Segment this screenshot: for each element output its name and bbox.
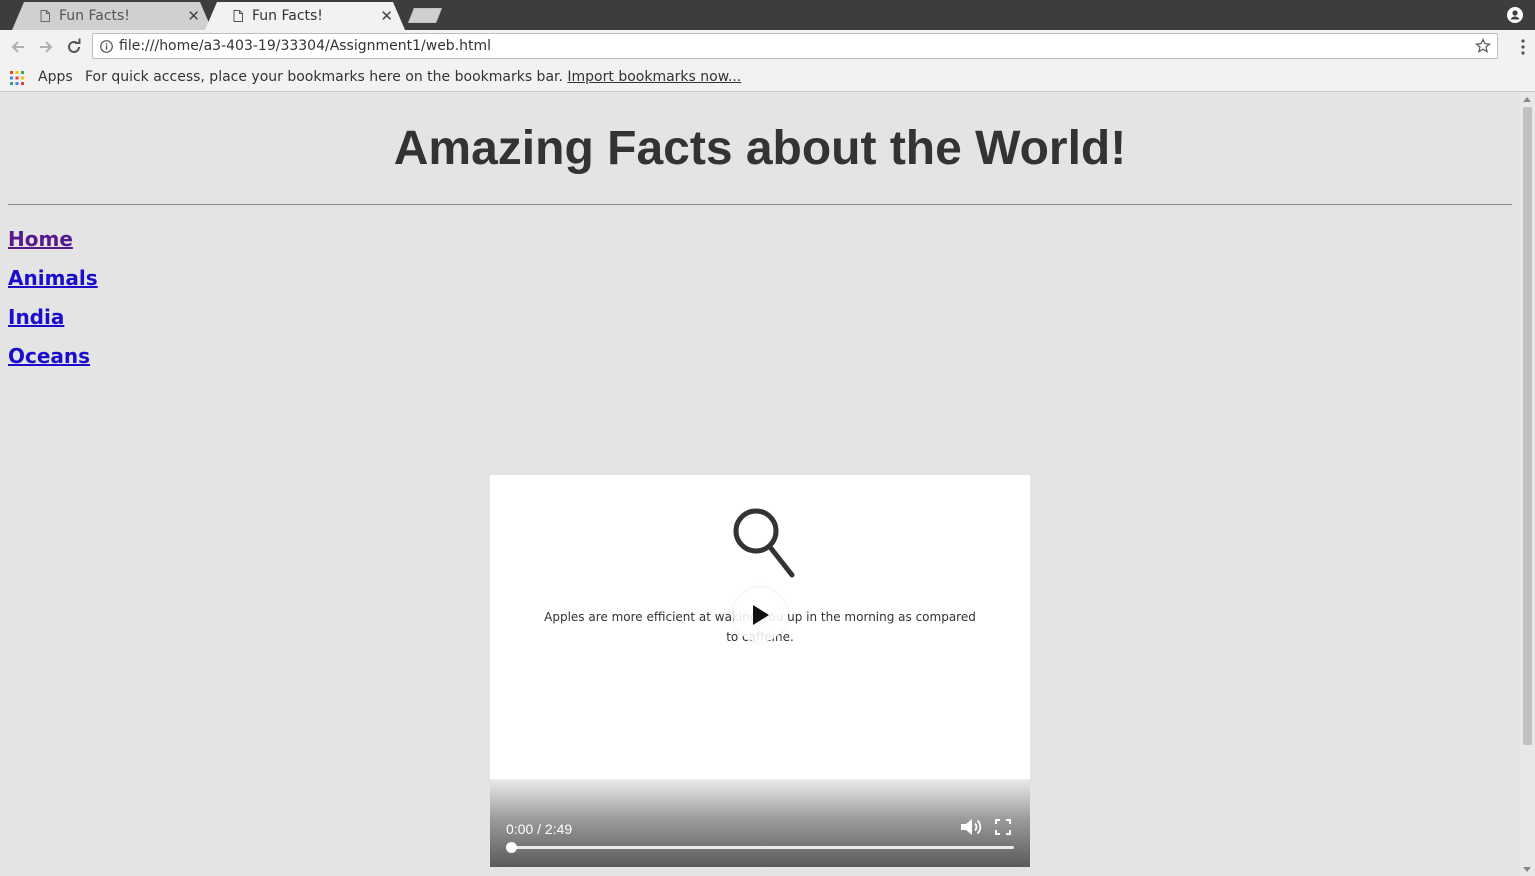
page-title: Amazing Facts about the World! <box>393 122 1127 175</box>
kebab-menu-icon[interactable] <box>1521 39 1525 55</box>
fullscreen-icon[interactable] <box>995 819 1011 835</box>
apps-shortcut[interactable]: Apps <box>38 69 73 85</box>
tab-fun-facts-2[interactable]: Fun Facts! ✕ <box>205 2 405 30</box>
magnifier-icon <box>733 508 795 578</box>
url-text[interactable]: file:///home/a3-403-19/33304/Assignment1… <box>119 38 491 54</box>
new-tab-button[interactable] <box>408 8 442 23</box>
tab-fun-facts-1[interactable]: Fun Facts! ✕ <box>12 2 212 30</box>
arrow-right-icon[interactable] <box>37 38 55 56</box>
nav-links: Home Animals India Oceans <box>8 227 98 383</box>
bookmarks-message: For quick access, place your bookmarks h… <box>85 69 741 85</box>
nav-link-animals[interactable]: Animals <box>8 266 98 305</box>
page-content: Amazing Facts about the World! Home Anim… <box>0 93 1520 876</box>
reload-icon[interactable] <box>65 38 83 56</box>
nav-link-india[interactable]: India <box>8 305 98 344</box>
scroll-up-arrow[interactable] <box>1523 97 1531 102</box>
close-icon[interactable]: ✕ <box>187 8 200 24</box>
play-icon <box>753 605 769 625</box>
video-controls: 0:00 / 2:49 <box>490 779 1030 867</box>
page-icon <box>40 10 50 22</box>
divider <box>8 204 1512 205</box>
video-progress-bar[interactable] <box>506 846 1014 849</box>
bookmarks-hint: For quick access, place your bookmarks h… <box>85 69 563 85</box>
bookmarks-bar: Apps For quick access, place your bookma… <box>0 64 1535 92</box>
page-icon <box>233 10 243 22</box>
volume-icon[interactable] <box>960 817 982 837</box>
scroll-down-arrow[interactable] <box>1523 867 1531 872</box>
page-scrollbar[interactable] <box>1520 93 1535 876</box>
nav-link-oceans[interactable]: Oceans <box>8 344 98 383</box>
info-icon[interactable] <box>100 40 113 53</box>
apps-grid-icon[interactable] <box>10 71 24 85</box>
nav-link-home[interactable]: Home <box>8 227 98 266</box>
video-time: 0:00 / 2:49 <box>506 821 573 837</box>
toolbar: file:///home/a3-403-19/33304/Assignment1… <box>0 30 1535 64</box>
profile-icon[interactable] <box>1507 7 1523 23</box>
arrow-left-icon[interactable] <box>9 38 27 56</box>
import-bookmarks-link[interactable]: Import bookmarks now... <box>567 69 741 85</box>
close-icon[interactable]: ✕ <box>380 8 393 24</box>
video-player[interactable]: Apples are more efficient at waking you … <box>490 475 1030 867</box>
tab-strip: Fun Facts! ✕ Fun Facts! ✕ <box>0 0 1535 30</box>
scrollbar-thumb[interactable] <box>1523 107 1532 745</box>
tab-title: Fun Facts! <box>59 8 130 24</box>
play-button[interactable] <box>733 588 787 642</box>
star-icon[interactable] <box>1475 38 1491 54</box>
video-progress-knob[interactable] <box>506 842 517 853</box>
address-bar[interactable]: file:///home/a3-403-19/33304/Assignment1… <box>92 33 1498 59</box>
tab-title: Fun Facts! <box>252 8 323 24</box>
